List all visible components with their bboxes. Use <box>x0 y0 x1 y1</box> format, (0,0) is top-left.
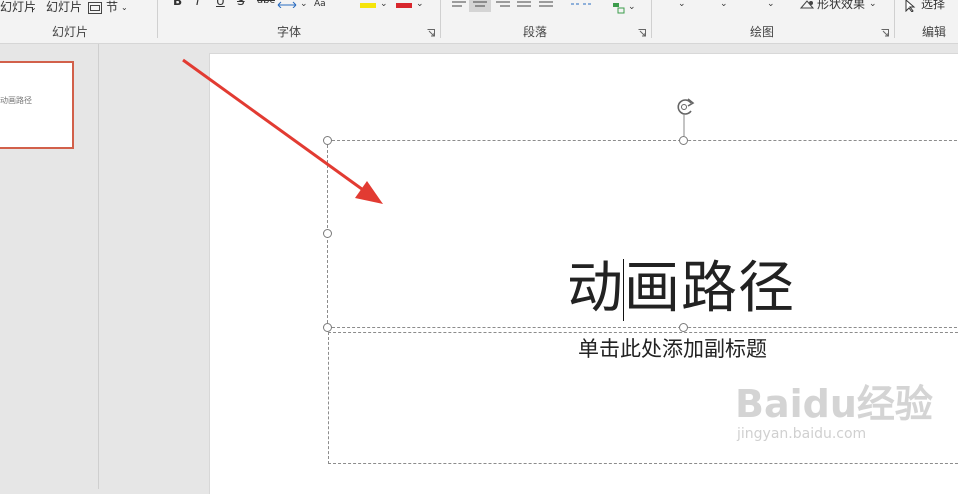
drawing-group-label: 绘图 <box>750 25 775 39</box>
group-divider <box>894 0 895 38</box>
chevron-down-icon[interactable]: ⌄ <box>121 1 128 15</box>
chevron-down-icon[interactable]: ⌄ <box>416 0 424 11</box>
select-button[interactable]: 选择 <box>921 0 945 11</box>
section-button[interactable]: 节 <box>106 0 118 14</box>
italic-button[interactable]: I <box>196 0 200 8</box>
resize-handle[interactable] <box>323 323 332 332</box>
shape-effects-icon[interactable] <box>799 0 815 10</box>
chevron-down-icon[interactable]: ⌄ <box>869 0 877 11</box>
subtitle-placeholder-text[interactable]: 单击此处添加副标题 <box>578 336 767 362</box>
watermark: Baidu经验 jingyan.baidu.com <box>735 382 933 442</box>
shape-effects-button[interactable]: 形状效果 <box>817 0 865 11</box>
group-divider <box>651 0 652 38</box>
font-group-label: 字体 <box>277 25 302 39</box>
reuse-slides-button[interactable]: 幻灯片 <box>46 0 82 14</box>
thumbnail-title: 动画路径 <box>0 96 32 105</box>
chevron-down-icon[interactable]: ⌄ <box>30 1 37 15</box>
select-cursor-icon[interactable] <box>904 0 916 12</box>
bold-button[interactable]: B <box>173 0 182 8</box>
watermark-logo: Baidu经验 <box>735 382 933 426</box>
highlight-icon[interactable] <box>360 0 376 8</box>
svg-text:Aa: Aa <box>314 0 326 8</box>
font-color-icon[interactable] <box>396 0 412 8</box>
slides-group-label: 幻灯片 <box>52 25 89 39</box>
slide-title[interactable]: 动画路径 <box>567 255 795 323</box>
ribbon: 幻灯片 ⌄ 幻灯片 节 ⌄ 幻灯片 B I U S abc ⌄ Aa ⌄ ⌄ 字… <box>0 0 958 44</box>
slide-thumbnail-pane: 动画路径 <box>0 44 99 489</box>
quick-styles-dropdown[interactable]: ⌄ <box>767 0 775 11</box>
group-divider <box>440 0 441 38</box>
strikethrough-button[interactable]: S <box>237 0 245 8</box>
resize-handle[interactable] <box>679 323 688 332</box>
underline-button[interactable]: U <box>216 0 225 8</box>
alignment-buttons[interactable] <box>450 0 560 12</box>
text-direction-icon[interactable] <box>570 0 596 10</box>
char-spacing-icon[interactable] <box>277 0 297 8</box>
change-case-icon[interactable]: Aa <box>314 0 336 8</box>
smartart-icon[interactable] <box>612 2 626 14</box>
chevron-down-icon[interactable]: ⌄ <box>628 0 636 14</box>
rotate-handle-icon[interactable] <box>673 95 697 141</box>
paragraph-group-label: 段落 <box>523 25 548 39</box>
text-cursor <box>623 259 624 321</box>
group-divider <box>157 0 158 38</box>
shapes-dropdown[interactable]: ⌄ <box>678 0 686 11</box>
chevron-down-icon[interactable]: ⌄ <box>380 0 388 11</box>
resize-handle[interactable] <box>323 136 332 145</box>
resize-handle[interactable] <box>323 229 332 238</box>
chevron-down-icon[interactable]: ⌄ <box>300 0 308 11</box>
watermark-url: jingyan.baidu.com <box>737 426 867 442</box>
dialog-launcher-icon[interactable] <box>427 29 435 37</box>
section-icon[interactable] <box>88 2 102 14</box>
editing-group-label: 编辑 <box>922 25 947 39</box>
slide-thumbnail[interactable]: 动画路径 <box>0 61 74 149</box>
dialog-launcher-icon[interactable] <box>638 29 646 37</box>
arrange-dropdown[interactable]: ⌄ <box>720 0 728 11</box>
dialog-launcher-icon[interactable] <box>881 29 889 37</box>
text-shadow-button[interactable]: abc <box>257 0 275 8</box>
